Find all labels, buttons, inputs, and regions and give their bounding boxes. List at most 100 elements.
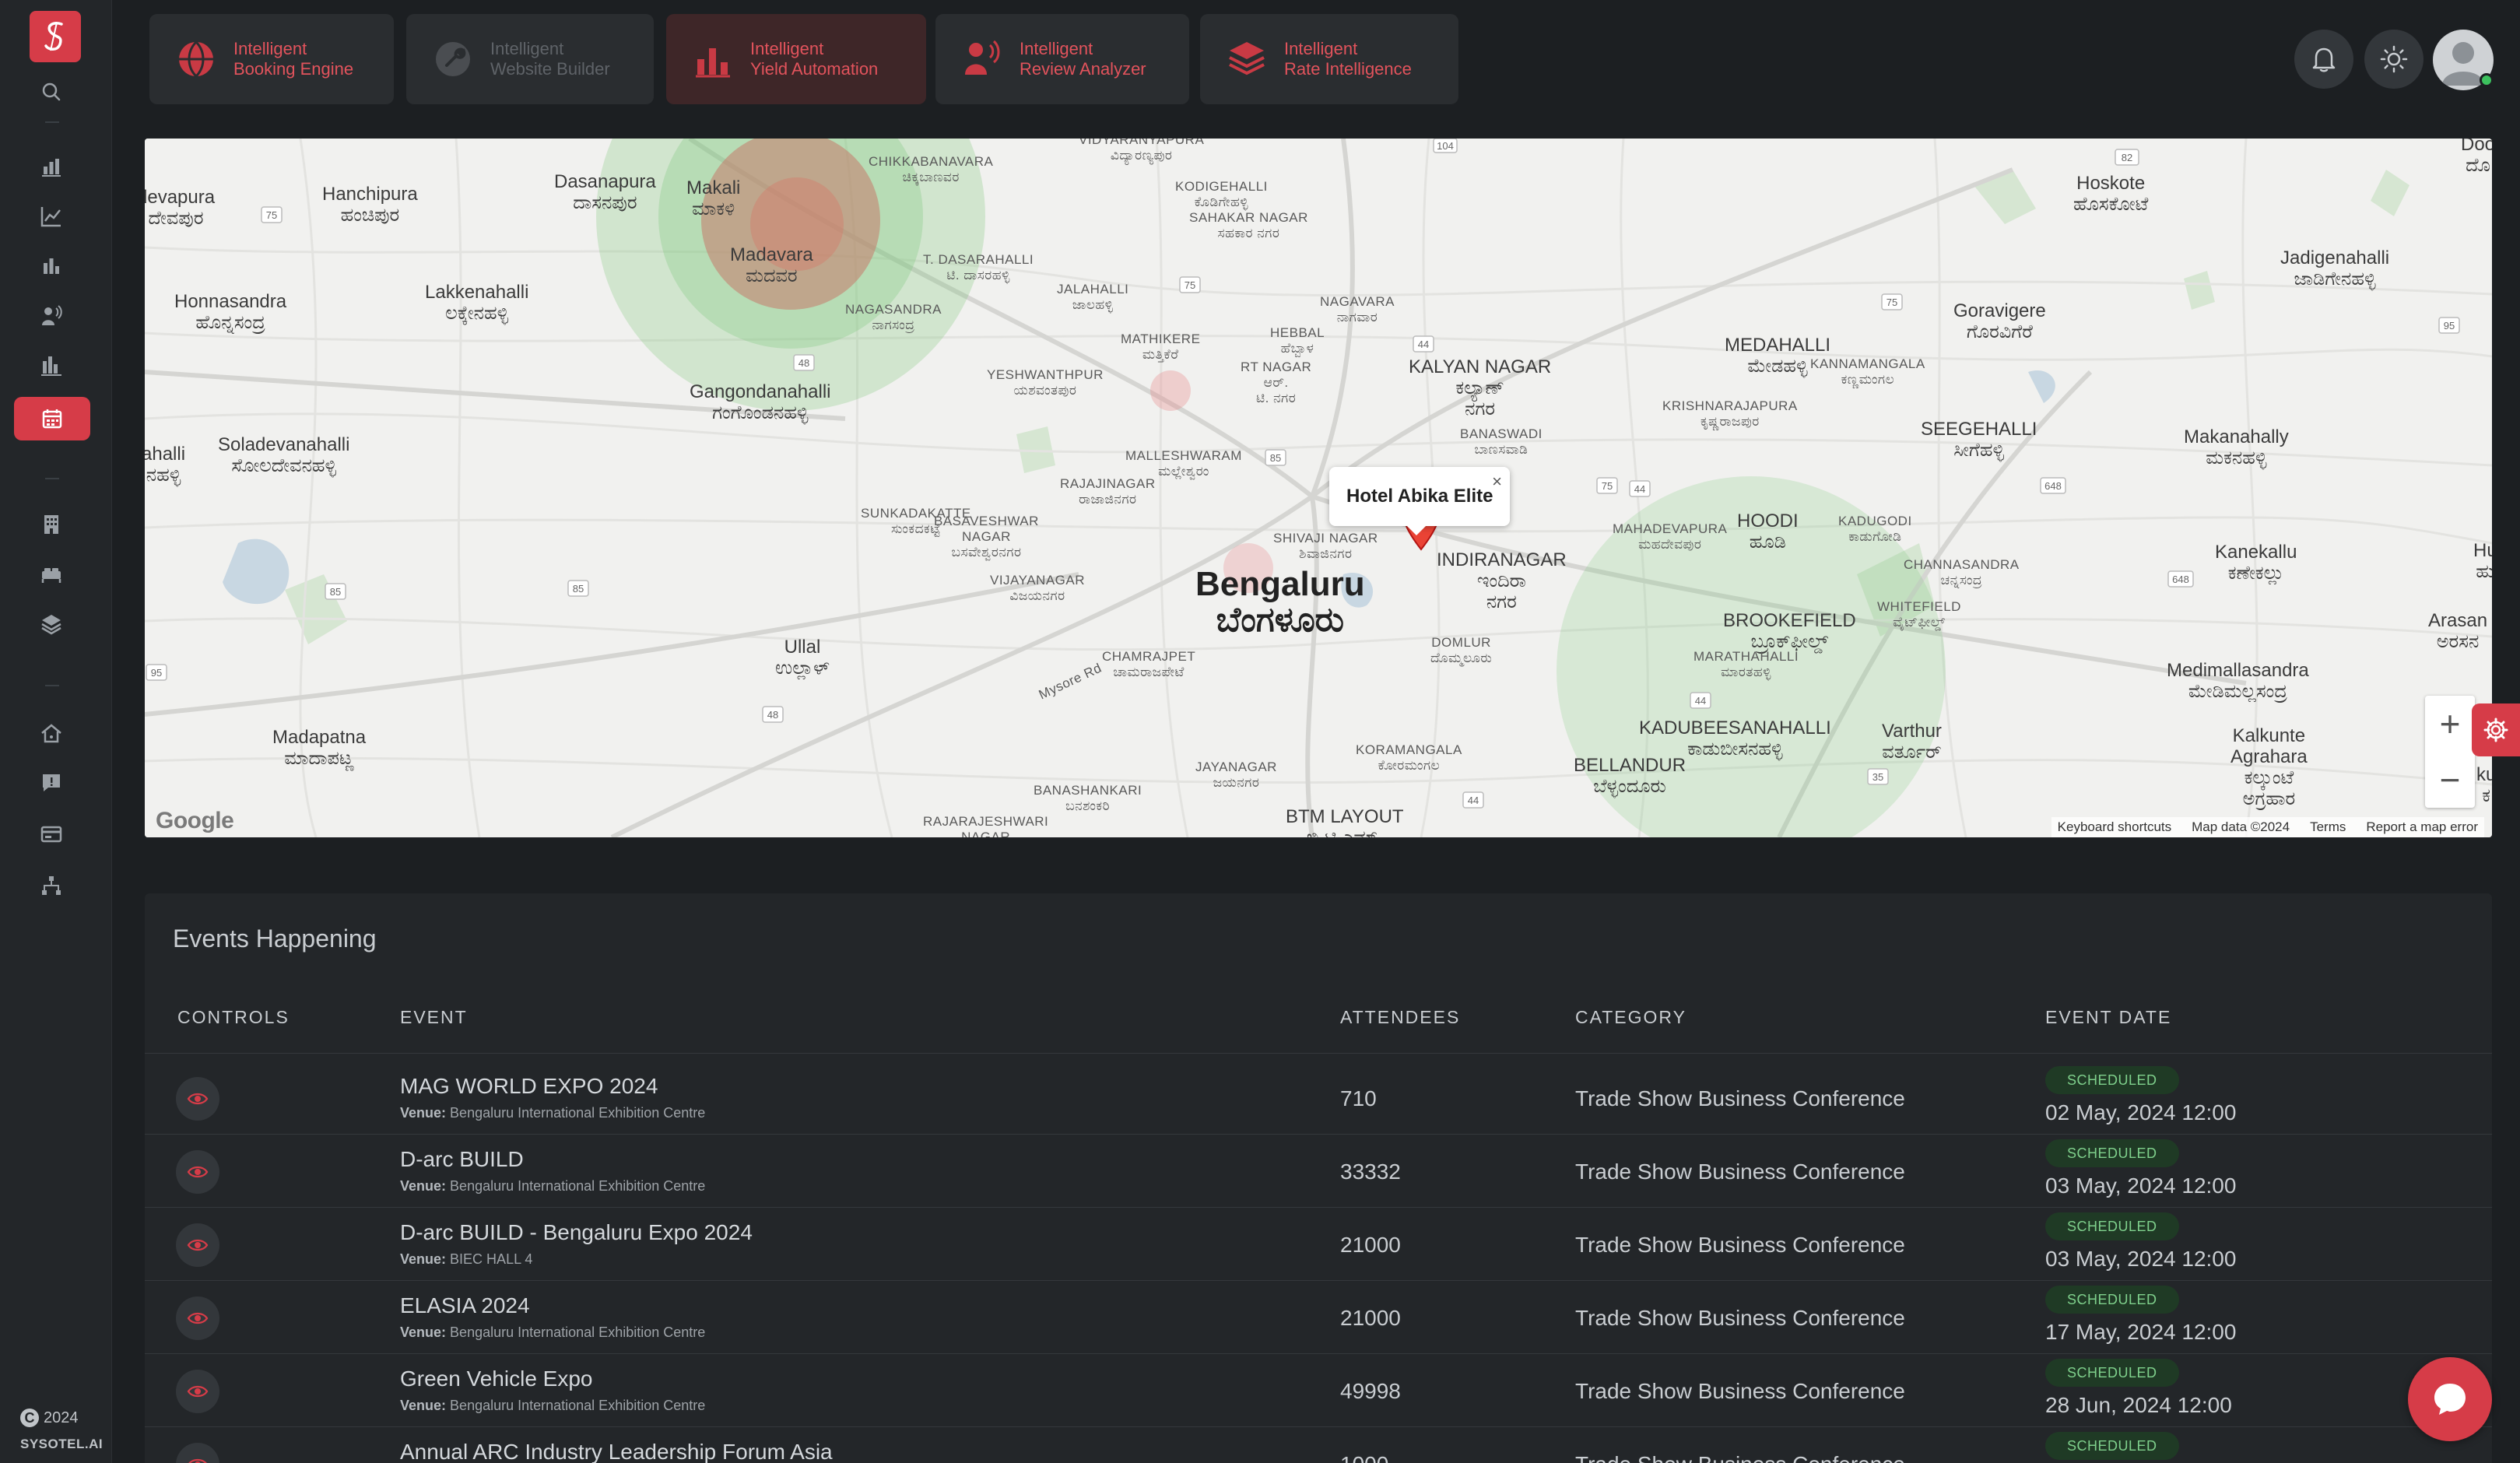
map-place-label: KORAMANGALA ಕೋರಮಂಗಲ xyxy=(1356,742,1462,773)
view-event-button[interactable] xyxy=(176,1296,219,1340)
sidebar-divider xyxy=(45,478,59,479)
rate-chart-icon[interactable] xyxy=(31,346,72,386)
column-header: EVENT xyxy=(400,1007,468,1027)
event-attendees: 1000 xyxy=(1340,1452,1388,1463)
building-icon[interactable] xyxy=(31,504,72,545)
column-header[interactable]: ATTENDEES xyxy=(1340,1007,1460,1028)
module-line2: Review Analyzer xyxy=(1020,59,1146,79)
map-place-label: Hoskote ಹೊಸಕೋಟೆ xyxy=(2073,173,2149,215)
sysotel-logo[interactable] xyxy=(30,11,81,62)
event-category: Trade Show Business Conference xyxy=(1575,1086,1905,1110)
layers-icon[interactable] xyxy=(31,604,72,644)
event-name: Annual ARC Industry Leadership Forum Asi… xyxy=(400,1440,833,1463)
map-place-label: Doo ದೊ xyxy=(2461,139,2492,176)
module-review-analyzer[interactable]: Intelligent Review Analyzer xyxy=(935,14,1189,104)
message-alert-icon[interactable] xyxy=(31,763,72,803)
hotel-name: Hotel Abika Elite xyxy=(1346,486,1493,507)
module-yield-automation[interactable]: Intelligent Yield Automation xyxy=(666,14,926,104)
status-badge: SCHEDULED xyxy=(2045,1212,2179,1240)
road-shield-label: 95 xyxy=(151,667,162,679)
network-icon[interactable] xyxy=(31,865,72,906)
popup-tail xyxy=(1406,525,1427,535)
column-header[interactable]: EVENT DATE xyxy=(2045,1007,2171,1028)
settings-float-button[interactable] xyxy=(2472,703,2520,756)
road-shield-label: 95 xyxy=(2444,320,2455,332)
road-shield-label: 48 xyxy=(767,709,778,721)
module-line2: Booking Engine xyxy=(233,59,354,79)
calendar-icon[interactable] xyxy=(14,397,90,440)
map-place-label: Madavara ಮದವರ xyxy=(730,244,813,286)
view-event-button[interactable] xyxy=(176,1370,219,1413)
module-rate-intelligence[interactable]: Intelligent Rate Intelligence xyxy=(1200,14,1458,104)
bar-chart-icon[interactable] xyxy=(31,146,72,187)
map-place-label: Makali ಮಾಕಳಿ xyxy=(686,177,741,219)
map-place-label: SEEGEHALLI ಸೀಗೆಹಳ್ಳಿ xyxy=(1921,419,2037,461)
review-speaker-icon[interactable] xyxy=(31,296,72,336)
view-event-button[interactable] xyxy=(176,1077,219,1121)
module-line2: Rate Intelligence xyxy=(1284,59,1412,79)
map-place-label: Gangondanahalli ಗಂಗೊಂಡನಹಳ್ಳಿ xyxy=(690,381,831,423)
search-icon[interactable] xyxy=(31,72,72,112)
column-header[interactable]: CATEGORY xyxy=(1575,1007,1686,1028)
road-shield-label: 648 xyxy=(2172,574,2189,585)
event-name: MAG WORLD EXPO 2024 xyxy=(400,1074,658,1098)
yield-bars-icon xyxy=(696,48,730,78)
table-row: ELASIA 2024 Venue: Bengaluru Internation… xyxy=(145,1281,2492,1354)
event-date: 03 May, 2024 12:00 xyxy=(2045,1247,2237,1271)
event-date: 17 May, 2024 12:00 xyxy=(2045,1320,2237,1344)
module-booking-engine[interactable]: Intelligent Booking Engine xyxy=(149,14,394,104)
event-category: Trade Show Business Conference xyxy=(1575,1452,1905,1463)
home-wifi-icon[interactable] xyxy=(31,713,72,753)
popup-close-icon[interactable]: × xyxy=(1492,472,1502,492)
yield-chart-icon[interactable] xyxy=(31,246,72,286)
map-place-label: CHAMRAJPET ಚಾಮರಾಜಪೇಟೆ xyxy=(1102,649,1196,679)
chat-launcher-button[interactable] xyxy=(2408,1357,2492,1441)
view-event-button[interactable] xyxy=(176,1443,219,1463)
road-shield-label: 648 xyxy=(2044,480,2062,492)
payment-card-icon[interactable] xyxy=(31,814,72,854)
view-event-button[interactable] xyxy=(176,1150,219,1194)
status-badge: SCHEDULED xyxy=(2045,1432,2179,1460)
event-name: D-arc BUILD xyxy=(400,1147,524,1171)
map-place-label: Honnasandra ಹೊನ್ನಸಂದ್ರ xyxy=(174,291,287,333)
map-place-label: BELLANDUR ಬೆಳ್ಳಂದೂರು xyxy=(1574,755,1686,797)
map-place-label: KADUGODI ಕಾಡುಗೋಡಿ xyxy=(1838,514,1912,544)
bed-icon[interactable] xyxy=(31,554,72,595)
copyright: C 2024 xyxy=(20,1409,79,1427)
status-badge: SCHEDULED xyxy=(2045,1066,2179,1094)
events-map[interactable]: 75 48 75 44 104 82 75 95 648 75 44 85 85… xyxy=(145,139,2492,837)
events-panel: Events Happening CONTROLS EVENT ATTENDEE… xyxy=(145,893,2492,1463)
eye-icon xyxy=(187,1093,209,1105)
map-place-label: BANASWADI ಬಾಣಸವಾಡಿ xyxy=(1460,426,1543,457)
theme-toggle-button[interactable] xyxy=(2364,30,2423,89)
keyboard-shortcuts-link[interactable]: Keyboard shortcuts xyxy=(2058,819,2171,835)
event-venue: Venue: BIEC HALL 4 xyxy=(400,1251,532,1268)
map-place-label: MATHIKERE ಮತ್ತಿಕೆರೆ xyxy=(1121,332,1201,362)
map-place-label: BASAVESHWAR NAGAR ಬಸವೇಶ್ವರನಗರ xyxy=(934,514,1039,560)
globe-icon xyxy=(179,40,213,78)
road-shield-label: 104 xyxy=(1437,140,1454,152)
map-place-label: HOODI ಹೂಡಿ xyxy=(1737,510,1799,553)
line-chart-icon[interactable] xyxy=(31,196,72,237)
road-shield-label: 75 xyxy=(1886,296,1897,308)
map-place-label: Medimallasandra ಮೇಡಿಮಲ್ಲಸಂದ್ರ xyxy=(2167,660,2309,702)
map-place-label: KANNAMANGALA ಕಣ್ಣಮಂಗಲ xyxy=(1810,356,1925,387)
map-place-label: KODIGEHALLI ಕೊಡಿಗೇಹಳ್ಳಿ xyxy=(1175,179,1268,209)
module-line1: Intelligent xyxy=(490,39,564,58)
map-place-label: MARATHAHALLI ಮಾರತಹಳ್ಳಿ xyxy=(1693,649,1799,679)
report-error-link[interactable]: Report a map error xyxy=(2366,819,2478,835)
terms-link[interactable]: Terms xyxy=(2310,819,2346,835)
view-event-button[interactable] xyxy=(176,1223,219,1267)
module-website-builder[interactable]: Intelligent Website Builder xyxy=(406,14,654,104)
zoom-in-button[interactable]: + xyxy=(2425,696,2475,752)
notifications-button[interactable] xyxy=(2294,30,2353,89)
copyright-icon: C xyxy=(20,1409,39,1427)
map-place-label: KRISHNARAJAPURA ಕೃಷ್ಣರಾಜಪುರ xyxy=(1662,398,1798,429)
event-attendees: 33332 xyxy=(1340,1160,1401,1184)
road-shield-label: 44 xyxy=(1634,483,1645,495)
map-place-label: SAHAKAR NAGAR ಸಹಕಾರ ನಗರ xyxy=(1189,210,1308,240)
map-place-label: BTM LAYOUTಬಿ.ಟಿ.ಎಮ್. xyxy=(1286,806,1404,837)
zoom-out-button[interactable]: − xyxy=(2425,752,2475,808)
road-shield-label: 44 xyxy=(1418,339,1429,350)
map-place-label: DOMLUR ದೊಮ್ಮಲೂರು xyxy=(1430,635,1493,665)
